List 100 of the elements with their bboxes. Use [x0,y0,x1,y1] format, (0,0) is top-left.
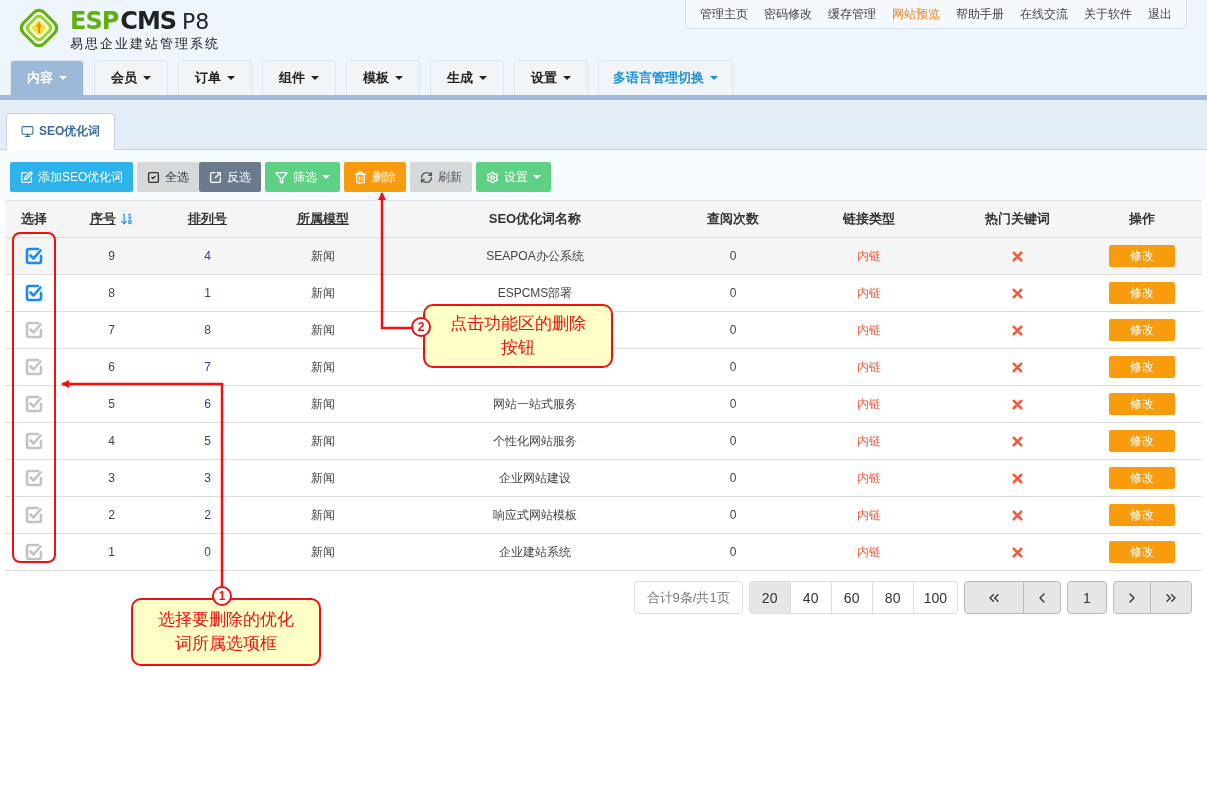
caret-icon [479,76,487,80]
select-all-button[interactable]: 全选 [137,162,200,192]
link-type-label: 内链 [857,358,881,376]
brand-subtitle: 易思企业建站管理系统 [70,34,220,53]
table-cell: 0 [204,545,211,559]
table-cell: 新闻 [310,284,335,302]
table-cell: SEAPOA办公系统 [486,247,584,265]
invert-selection-button[interactable]: 反选 [199,162,262,192]
table-cell: 响应式网站模板 [493,506,577,524]
page-size-button[interactable]: 60 [830,581,873,614]
pagination-summary: 合计9条/共1页 [633,581,743,614]
table-cell: 3 [108,471,115,485]
table-cell: 4 [108,434,115,448]
refresh-icon [420,170,434,184]
table-cell: 3 [204,471,211,485]
column-sort-link[interactable]: 所属模型 [296,210,349,228]
table-cell: 6 [204,397,211,411]
page-number-button[interactable]: 1 [1067,581,1107,614]
edit-icon [20,170,33,184]
table-cell: 7 [204,360,211,374]
table-cell: 新闻 [310,469,335,487]
table-cell: 1 [108,545,115,559]
table-cell: 新闻 [310,543,335,561]
top-link[interactable]: 帮助手册 [956,5,1004,23]
top-link[interactable]: 退出 [1148,5,1172,23]
checkbox[interactable] [25,358,43,376]
table-cell: 0 [729,397,737,411]
page-size-button[interactable]: 20 [748,581,791,614]
table-cell: 新闻 [310,432,335,450]
column-header: 链接类型 [843,210,895,228]
link-type-label: 内链 [857,395,881,413]
caret-icon [227,76,235,80]
last-page-button[interactable] [1150,581,1192,614]
caret-icon [59,76,67,80]
column-header: 查阅次数 [707,210,759,228]
top-link[interactable]: 密码修改 [764,5,812,23]
checkbox[interactable] [25,469,43,487]
table-cell: 0 [729,471,737,485]
share-icon [209,170,223,184]
link-type-label: 内链 [857,543,881,561]
link-type-label: 内链 [857,432,881,450]
column-sort-link[interactable]: 排列号 [188,210,227,228]
next-page-button[interactable] [1113,581,1151,614]
link-type-label: 内链 [857,506,881,524]
filter-icon [275,170,289,184]
nav-tab[interactable]: 组件 [262,60,336,95]
table-cell: 0 [729,434,737,448]
link-type-label: 内链 [857,469,881,487]
table-cell: 0 [729,508,737,522]
table-cell: 9 [108,249,115,263]
caret-icon [710,76,718,80]
link-type-label: 内链 [857,247,881,265]
table-cell: 5 [108,397,115,411]
table-cell: 企业建站系统 [499,543,571,561]
trash-icon [354,170,368,184]
gear-icon [486,170,500,184]
page-tab[interactable]: SEO优化词 [6,113,116,150]
nav-tab[interactable]: 设置 [514,60,588,95]
nav-tab[interactable]: 会员 [94,60,168,95]
page-size-button[interactable]: 100 [912,581,958,614]
table-cell: 新闻 [310,247,335,265]
checkbox[interactable] [25,321,43,339]
nav-tab[interactable]: 模板 [346,60,420,95]
step-number: 1 [212,586,232,606]
page-size-button[interactable]: 80 [871,581,914,614]
sort-icon[interactable] [119,212,134,226]
checkbox[interactable] [25,395,43,413]
top-link[interactable]: 关于软件 [1084,5,1132,23]
page-size-button[interactable]: 40 [789,581,832,614]
checkbox[interactable] [25,432,43,450]
brand-logo-text: ESPCMS P8 [70,7,211,35]
previous-page-button[interactable] [1023,581,1061,614]
first-page-button[interactable] [964,581,1024,614]
top-link[interactable]: 在线交流 [1020,5,1068,23]
table-cell: 0 [729,286,737,300]
caret-icon [395,76,403,80]
top-link[interactable]: 管理主页 [700,5,748,23]
link-type-label: 内链 [857,284,881,302]
column-sort-link[interactable]: 序号 [89,210,116,228]
nav-tab[interactable]: 订单 [178,60,252,95]
checkbox[interactable] [25,247,43,265]
checkbox[interactable] [25,284,43,302]
table-cell: 0 [729,249,737,263]
refresh-button[interactable]: 刷新 [410,162,473,192]
table-cell: 个性化网站服务 [493,432,577,450]
checkbox[interactable] [25,543,43,561]
table-cell: 2 [108,508,115,522]
checkbox-icon [147,170,161,184]
link-type-label: 内链 [857,321,881,339]
checkbox[interactable] [25,506,43,524]
caret-icon [311,76,319,80]
table-cell: 新闻 [310,506,335,524]
top-link[interactable]: 缓存管理 [828,5,876,23]
table-cell: 8 [204,323,211,337]
table-cell: ESPCMS部署 [497,284,573,302]
table-cell: 0 [729,360,737,374]
nav-tab[interactable]: 生成 [430,60,504,95]
column-header: 操作 [1129,210,1155,228]
table-cell: 5 [204,434,211,448]
column-header: 热门关键词 [984,210,1050,228]
